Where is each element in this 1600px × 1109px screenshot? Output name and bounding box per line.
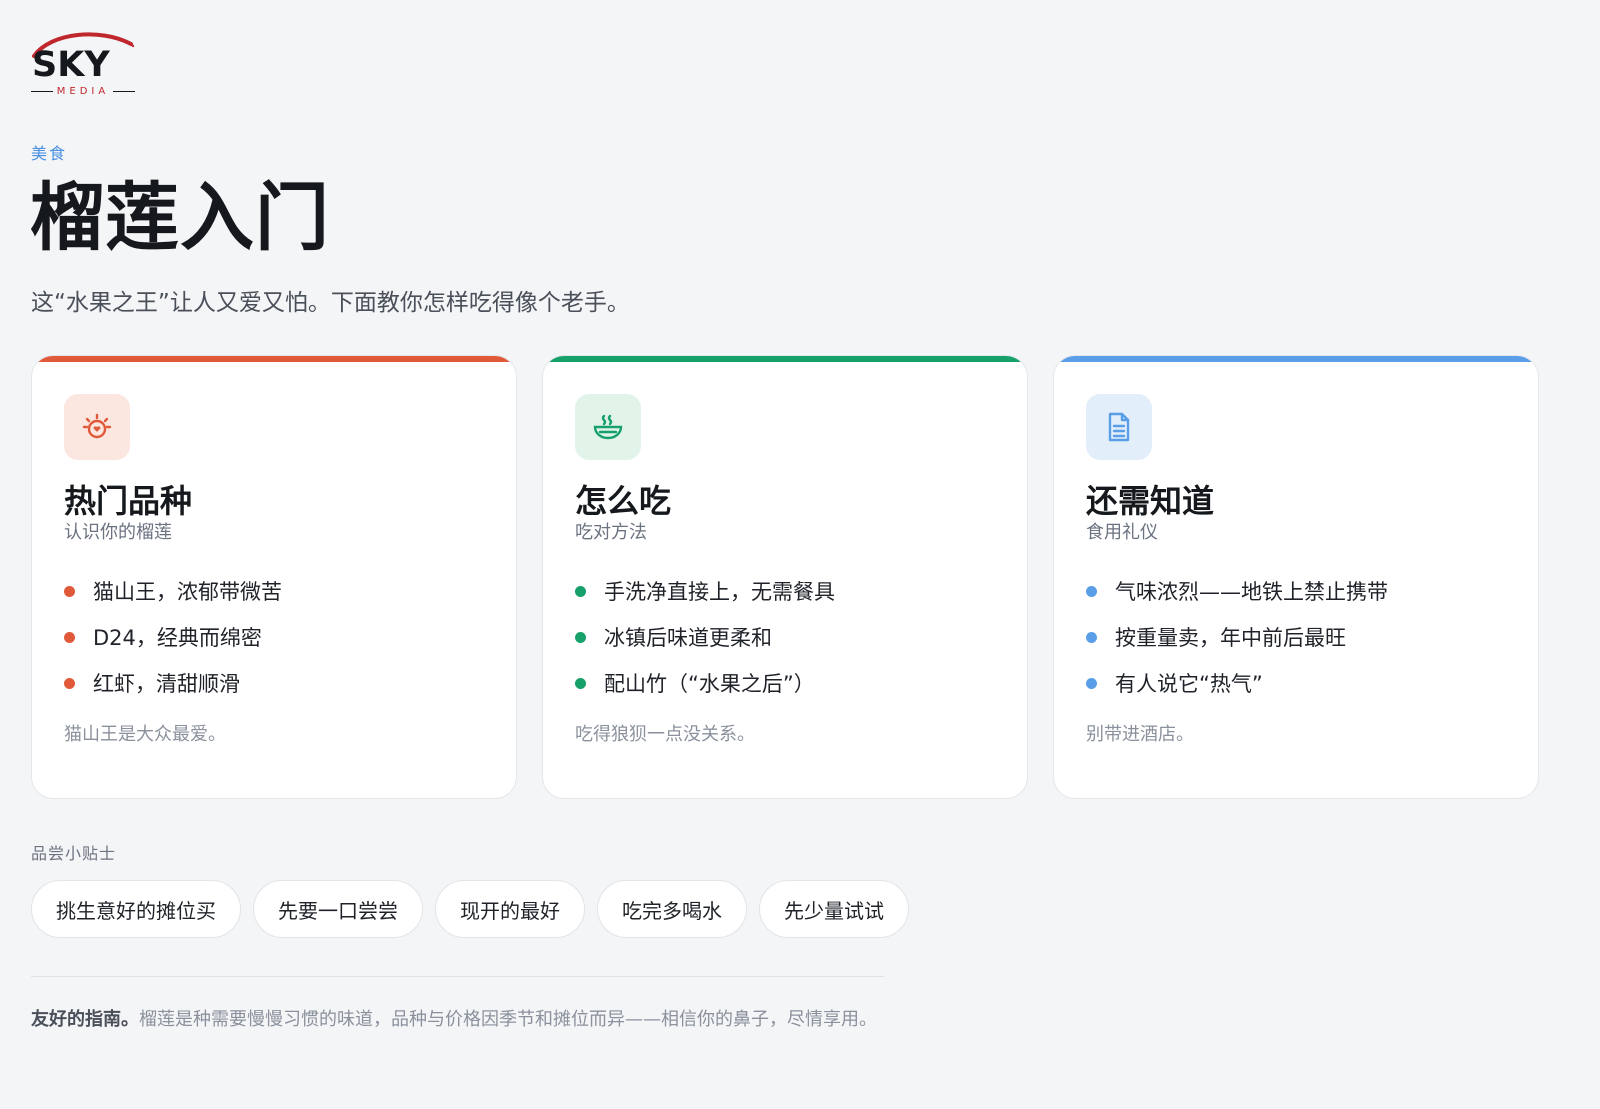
tips-chip-group: 挑生意好的摊位买 先要一口尝尝 现开的最好 吃完多喝水 先少量试试 xyxy=(31,880,909,938)
card-popular-varieties: 热门品种 认识你的榴莲 猫山王，浓郁带微苦 D24，经典而绵密 红虾，清甜顺滑 … xyxy=(31,355,517,799)
category-label: 美食 xyxy=(31,144,68,163)
footer-note: 友好的指南。榴莲是种需要慢慢习惯的味道，品种与价格因季节和摊位而异——相信你的鼻… xyxy=(31,1005,891,1034)
footer-text: 榴莲是种需要慢慢习惯的味道，品种与价格因季节和摊位而异——相信你的鼻子，尽情享用… xyxy=(139,1009,877,1030)
list-item: 配山竹（“水果之后”） xyxy=(575,660,835,706)
tip-chip[interactable]: 先少量试试 xyxy=(759,880,909,938)
list-item: 冰镇后味道更柔和 xyxy=(575,614,835,660)
page-title: 榴莲入门 xyxy=(30,175,330,261)
card-accent-bar xyxy=(32,356,516,362)
card-subtitle: 认识你的榴莲 xyxy=(64,522,172,543)
durian-icon xyxy=(64,394,130,460)
card-note: 吃得狼狈一点没关系。 xyxy=(575,724,755,745)
list-item: 手洗净直接上，无需餐具 xyxy=(575,568,835,614)
card-list: 猫山王，浓郁带微苦 D24，经典而绵密 红虾，清甜顺滑 xyxy=(64,568,282,706)
page-subtitle: 这“水果之王”让人又爱又怕。下面教你怎样吃得像个老手。 xyxy=(31,290,630,316)
card-need-to-know: 还需知道 食用礼仪 气味浓烈——地铁上禁止携带 按重量卖，年中前后最旺 有人说它… xyxy=(1053,355,1539,799)
card-list: 手洗净直接上，无需餐具 冰镇后味道更柔和 配山竹（“水果之后”） xyxy=(575,568,835,706)
card-note: 别带进酒店。 xyxy=(1086,724,1194,745)
card-subtitle: 吃对方法 xyxy=(575,522,647,543)
card-subtitle: 食用礼仪 xyxy=(1086,522,1158,543)
card-accent-bar xyxy=(543,356,1027,362)
tip-chip[interactable]: 现开的最好 xyxy=(435,880,585,938)
list-item: 气味浓烈——地铁上禁止携带 xyxy=(1086,568,1388,614)
card-how-to-eat: 怎么吃 吃对方法 手洗净直接上，无需餐具 冰镇后味道更柔和 配山竹（“水果之后”… xyxy=(542,355,1028,799)
divider xyxy=(31,976,884,977)
tip-chip[interactable]: 吃完多喝水 xyxy=(597,880,747,938)
list-item: 按重量卖，年中前后最旺 xyxy=(1086,614,1388,660)
document-icon xyxy=(1086,394,1152,460)
card-list: 气味浓烈——地铁上禁止携带 按重量卖，年中前后最旺 有人说它“热气” xyxy=(1086,568,1388,706)
list-item: 猫山王，浓郁带微苦 xyxy=(64,568,282,614)
logo-tagline: MEDIA xyxy=(31,86,135,97)
card-title: 还需知道 xyxy=(1086,482,1215,520)
tips-label: 品尝小贴士 xyxy=(31,844,117,863)
card-note: 猫山王是大众最爱。 xyxy=(64,724,226,745)
bowl-icon xyxy=(575,394,641,460)
footer-lead: 友好的指南。 xyxy=(31,1009,139,1030)
logo-wordmark: SKY xyxy=(32,45,110,85)
list-item: 有人说它“热气” xyxy=(1086,660,1388,706)
tip-chip[interactable]: 先要一口尝尝 xyxy=(253,880,423,938)
tip-chip[interactable]: 挑生意好的摊位买 xyxy=(31,880,241,938)
card-accent-bar xyxy=(1054,356,1538,362)
list-item: 红虾，清甜顺滑 xyxy=(64,660,282,706)
sky-media-logo: SKY MEDIA xyxy=(31,30,137,98)
list-item: D24，经典而绵密 xyxy=(64,614,282,660)
card-title: 怎么吃 xyxy=(575,482,672,520)
card-title: 热门品种 xyxy=(64,482,193,520)
